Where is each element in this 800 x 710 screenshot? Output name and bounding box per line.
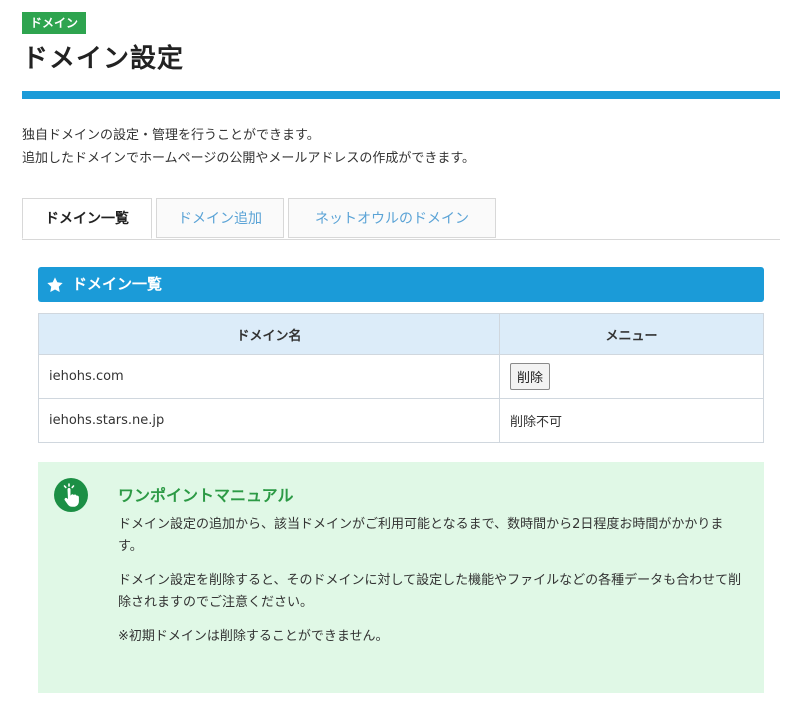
tips-paragraph: ドメイン設定を削除すると、そのドメインに対して設定した機能やファイルなどの各種デ… (118, 573, 742, 610)
section-title: ドメイン一覧 (72, 275, 163, 293)
tab-netowl-domains[interactable]: ネットオウルのドメイン (288, 198, 496, 238)
page-title: ドメイン設定 (22, 44, 185, 74)
tips-body: ドメイン設定の追加から、該当ドメインがご利用可能となるまで、数時間から2日程度お… (118, 514, 748, 660)
tips-paragraph: ※初期ドメインは削除することができません。 (118, 629, 389, 644)
column-header-menu: メニュー (499, 313, 764, 355)
page-description: 独自ドメインの設定・管理を行うことができます。 追加したドメインでホームページの… (22, 124, 475, 170)
domain-table: ドメイン名 メニュー iehohs.com 削除 iehohs.stars.ne… (38, 313, 764, 443)
description-line: 独自ドメインの設定・管理を行うことができます。 (22, 128, 320, 143)
tips-paragraph: ドメイン設定の追加から、該当ドメインがご利用可能となるまで、数時間から2日程度お… (118, 517, 724, 554)
table-row: iehohs.stars.ne.jp 削除不可 (38, 398, 764, 443)
tips-panel: ワンポイントマニュアル ドメイン設定の追加から、該当ドメインがご利用可能となるま… (38, 462, 764, 693)
table-row: iehohs.com 削除 (38, 354, 764, 399)
menu-cell-status: 削除不可 (499, 398, 764, 443)
section-header: ドメイン一覧 (38, 267, 764, 302)
domain-name-cell: iehohs.com (38, 354, 500, 399)
delete-button[interactable]: 削除 (510, 363, 551, 390)
hand-pointer-icon (54, 478, 88, 512)
column-header-domain: ドメイン名 (38, 313, 500, 355)
tips-title: ワンポイントマニュアル (118, 486, 294, 505)
tab-bar: ドメイン一覧 ドメイン追加 ネットオウルのドメイン (22, 198, 780, 240)
title-divider (22, 91, 780, 99)
star-icon (46, 276, 66, 294)
description-line: 追加したドメインでホームページの公開やメールアドレスの作成ができます。 (22, 151, 476, 166)
category-badge: ドメイン (22, 12, 87, 34)
domain-name-cell: iehohs.stars.ne.jp (38, 398, 500, 443)
tab-domain-list[interactable]: ドメイン一覧 (22, 198, 152, 239)
menu-cell: 削除 (499, 354, 764, 399)
tab-domain-add[interactable]: ドメイン追加 (156, 198, 284, 238)
table-header-row: ドメイン名 メニュー (38, 313, 764, 355)
